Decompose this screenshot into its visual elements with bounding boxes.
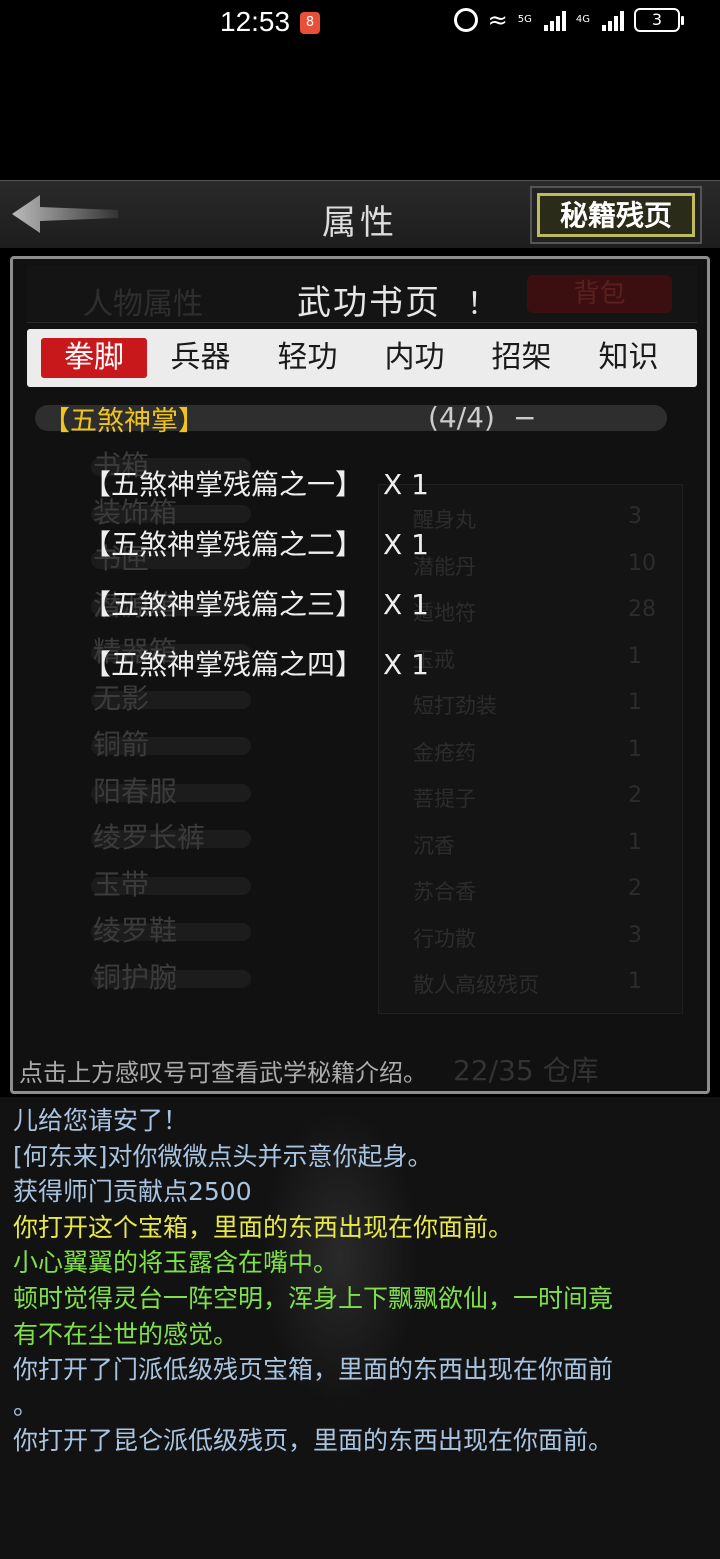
- background-item-count: 1: [628, 969, 642, 994]
- log-line: 儿给您请安了！: [13, 1106, 189, 1135]
- tab-weapons[interactable]: 兵器: [147, 338, 254, 378]
- background-item-name: 行功散: [413, 926, 476, 951]
- background-item-count: 2: [628, 876, 642, 901]
- list-item[interactable]: 【五煞神掌残篇之三】 X 1: [83, 583, 429, 623]
- list-item[interactable]: 【五煞神掌残篇之四】 X 1: [83, 643, 429, 683]
- category-tabs: 拳脚 兵器 轻功 内功 招架 知识: [27, 329, 697, 387]
- background-row: 绫罗鞋: [93, 914, 178, 947]
- log-line: 小心翼翼的将玉露含在嘴中。: [13, 1248, 339, 1278]
- log-line: 顿时觉得灵台一阵空明，浑身上下飘飘欲仙，一时间竟: [13, 1284, 614, 1313]
- network-4g-label: 4G: [575, 14, 590, 25]
- background-item-name: 菩提子: [413, 787, 476, 811]
- background-item-count: 3: [628, 922, 642, 948]
- notification-badge: 8: [300, 12, 320, 34]
- background-item-name: 散人高级残页: [413, 973, 539, 997]
- page-name: 【五煞神掌残篇之二】: [83, 528, 364, 561]
- page-name: 【五煞神掌残篇之三】: [83, 588, 364, 621]
- page-qty: X 1: [383, 588, 429, 621]
- dialog-title: 武功书页: [297, 283, 441, 323]
- network-5g-label: 5G: [517, 14, 532, 25]
- section-count: (4/4): [428, 401, 495, 434]
- background-item-count: 1: [628, 736, 642, 762]
- log-line: 。: [13, 1390, 39, 1420]
- wifi-icon: ≈: [487, 6, 508, 34]
- background-row: 绫罗长裤: [93, 821, 206, 854]
- background-item-count: 28: [628, 597, 656, 622]
- background-item-count: 1: [628, 690, 642, 715]
- tab-fist-feet[interactable]: 拳脚: [41, 338, 147, 378]
- background-item-count: 1: [628, 643, 642, 669]
- background-item-count: 3: [628, 504, 642, 529]
- tab-inner-power[interactable]: 内功: [361, 338, 468, 378]
- signal-4g-icon: [602, 9, 624, 31]
- background-row: 铜箭: [93, 728, 150, 761]
- tab-knowledge[interactable]: 知识: [575, 338, 682, 378]
- list-item[interactable]: 【五煞神掌残篇之二】 X 1: [83, 523, 429, 563]
- signal-5g-icon: [543, 9, 566, 31]
- background-item-count: 2: [628, 783, 642, 808]
- tab-lightness[interactable]: 轻功: [254, 338, 361, 378]
- tab-parry[interactable]: 招架: [468, 338, 575, 378]
- section-title: 【五煞神掌】: [43, 406, 205, 437]
- background-store-count: 22/35 仓库: [453, 1054, 599, 1087]
- background-item-count: 1: [628, 829, 642, 855]
- secret-pages-button[interactable]: 秘籍残页: [530, 186, 702, 244]
- background-row: 铜护腕: [93, 960, 178, 994]
- log-line: [何东来]对你微微点头并示意你起身。: [13, 1141, 433, 1171]
- battery-icon: 3: [634, 8, 684, 32]
- log-line: 你打开了昆仑派低级残页，里面的东西出现在你面前。: [13, 1426, 614, 1456]
- background-item-name: 苏合香: [413, 880, 476, 904]
- top-bar: 属性 秘籍残页: [0, 180, 720, 248]
- page-qty: X 1: [383, 528, 429, 561]
- clock: 12:53: [220, 6, 291, 37]
- background-tab-bag: 背包: [527, 275, 672, 313]
- secret-pages-label: 秘籍残页: [537, 193, 695, 237]
- background-tab-attributes: 人物属性: [83, 287, 203, 322]
- log-line: 你打开这个宝箱，里面的东西出现在你面前。: [13, 1212, 514, 1242]
- background-item-name: 短打劲装: [413, 694, 497, 718]
- background-item-count: 10: [628, 550, 656, 576]
- background-row: 阳春服: [93, 774, 178, 808]
- dialog-header: 人物属性 背包 武功书页 ！: [27, 265, 697, 323]
- info-exclamation-button[interactable]: ！: [467, 279, 497, 323]
- list-item[interactable]: 【五煞神掌残篇之一】 X 1: [83, 463, 429, 503]
- message-log[interactable]: 儿给您请安了！ [何东来]对你微微点头并示意你起身。 获得师门贡献点2500 你打开这…: [0, 1097, 720, 1559]
- log-line: 你打开了门派低级残页宝箱，里面的东西出现在你面前: [13, 1355, 614, 1385]
- page-qty: X 1: [383, 648, 429, 681]
- log-line: 获得师门贡献点2500: [13, 1177, 252, 1207]
- status-icons: ≈ 5G 4G 3: [453, 6, 684, 34]
- page-qty: X 1: [383, 468, 429, 501]
- collapse-toggle[interactable]: −: [513, 401, 536, 434]
- background-item-name: 金疮药: [413, 740, 476, 765]
- hint-text: 点击上方感叹号可查看武学秘籍介绍。: [19, 1059, 427, 1087]
- main-panel: 书箱 装饰箱 书匣 潜源箱 精器箱 无影 铜箭 阳春服 绫罗长裤 玉带 绫罗鞋 铜护腕 醒身丸 3 潜能丹…: [10, 256, 710, 1094]
- status-bar: 12:53 8 ≈ 5G 4G 3: [0, 0, 720, 46]
- log-line: 有不在尘世的感觉。: [13, 1319, 239, 1349]
- background-row: 玉带: [93, 867, 150, 901]
- background-item-name: 沉香: [413, 833, 455, 858]
- page-name: 【五煞神掌残篇之四】: [83, 648, 364, 681]
- alarm-icon: [453, 8, 478, 32]
- page-name: 【五煞神掌残篇之一】: [83, 468, 364, 501]
